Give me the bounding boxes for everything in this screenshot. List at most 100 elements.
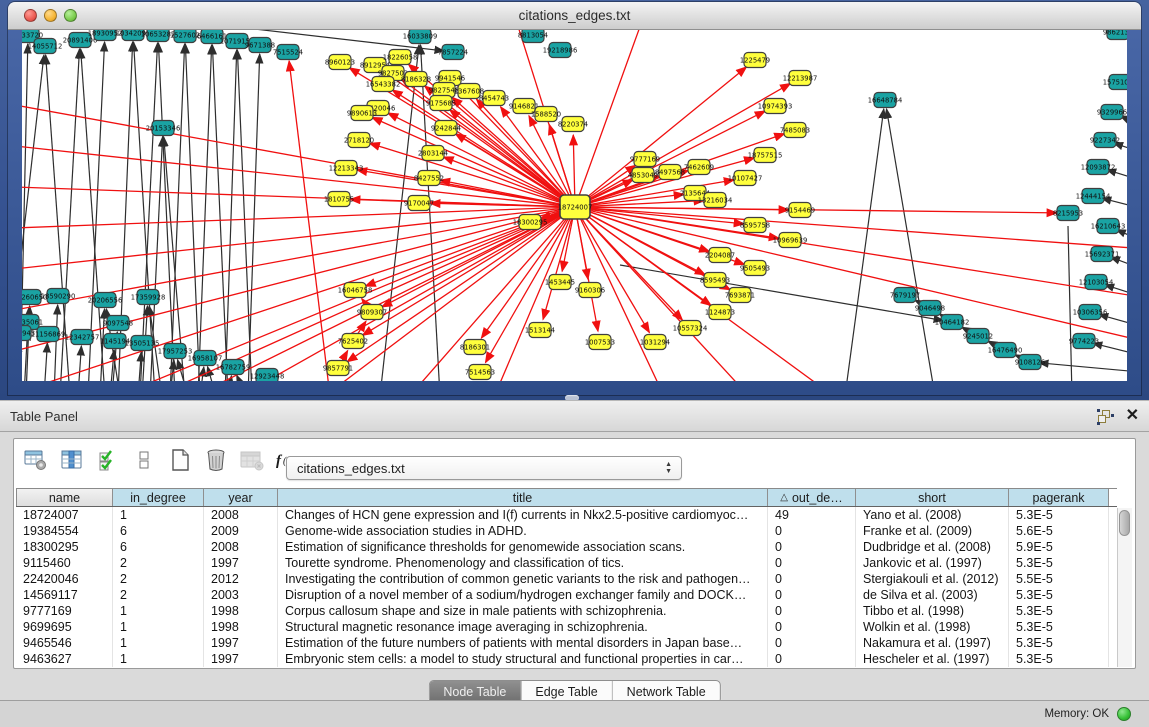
graph-node[interactable]: 8497568 xyxy=(655,165,685,180)
graph-node[interactable]: 19218986 xyxy=(543,43,578,58)
graph-node[interactable]: 7485083 xyxy=(780,123,810,138)
deselect-all-button[interactable] xyxy=(128,445,160,475)
graph-node[interactable]: 1513144 xyxy=(525,323,555,338)
graph-node[interactable]: 8186328 xyxy=(401,72,431,87)
graph-node[interactable]: 12213987 xyxy=(783,71,818,86)
graph-node[interactable]: 7515524 xyxy=(273,45,303,60)
memory-status-icon[interactable] xyxy=(1117,707,1131,721)
graph-node[interactable]: 10464182 xyxy=(935,315,970,330)
graph-node[interactable]: 12093872 xyxy=(1081,160,1116,175)
graph-node[interactable]: 1031294 xyxy=(640,335,670,350)
graph-node[interactable]: 9245012 xyxy=(963,329,993,344)
graph-node[interactable]: 9862134 xyxy=(1103,30,1127,40)
table-row[interactable]: 911546021997Tourette syndrome. Phenomeno… xyxy=(16,555,1117,571)
graph-node[interactable]: 8595758 xyxy=(740,218,770,233)
graph-node[interactable]: 8595493 xyxy=(700,273,730,288)
select-all-button[interactable] xyxy=(92,445,124,475)
column-header-year[interactable]: year xyxy=(204,489,278,506)
graph-node[interactable]: 2803144 xyxy=(418,146,448,161)
graph-node[interactable]: 9329966 xyxy=(1097,105,1127,120)
graph-node[interactable]: 9777169 xyxy=(630,152,660,167)
new-document-button[interactable] xyxy=(164,445,196,475)
graph-node[interactable]: 18724007 xyxy=(558,195,593,219)
graph-node[interactable]: 12923448 xyxy=(250,369,285,382)
graph-node[interactable]: 10306356 xyxy=(1073,305,1108,320)
graph-node[interactable]: 9170047 xyxy=(404,196,434,211)
column-header-pagerank[interactable]: pagerank xyxy=(1009,489,1109,506)
column-header-title[interactable]: title xyxy=(278,489,768,506)
table-row[interactable]: 1456911722003Disruption of a novel membe… xyxy=(16,587,1117,603)
table-row[interactable]: 2242004622012Investigating the contribut… xyxy=(16,571,1117,587)
graph-node[interactable]: 1225479 xyxy=(740,53,770,68)
graph-node[interactable]: 8960123 xyxy=(325,55,355,70)
graph-node[interactable]: 9097548 xyxy=(103,316,133,331)
graph-node[interactable]: 15751074 xyxy=(1103,75,1127,90)
graph-node[interactable]: 2204087 xyxy=(705,248,735,263)
network-window-titlebar[interactable]: citations_edges.txt xyxy=(8,2,1141,30)
table-row[interactable]: 1872400712008Changes of HCN gene express… xyxy=(16,507,1117,523)
graph-node[interactable]: 4853049 xyxy=(628,168,658,183)
float-panel-icon[interactable] xyxy=(1098,410,1113,424)
table-row[interactable]: 969969511998Structural magnetic resonanc… xyxy=(16,619,1117,635)
graph-node[interactable]: 17359928 xyxy=(131,290,166,305)
graph-node[interactable]: 1810755 xyxy=(324,192,354,207)
graph-node[interactable]: 7679197 xyxy=(890,288,920,303)
graph-node[interactable]: 9175685 xyxy=(426,96,456,111)
graph-node[interactable]: 9242844 xyxy=(431,121,461,136)
graph-node[interactable]: 7693871 xyxy=(725,288,755,303)
graph-node[interactable]: 9046498 xyxy=(915,301,945,316)
graph-node[interactable]: 7462609 xyxy=(684,160,714,175)
graph-node[interactable]: 8427552 xyxy=(414,171,444,186)
scrollbar-thumb[interactable] xyxy=(1119,510,1130,536)
graph-node[interactable]: 20153346 xyxy=(146,121,181,136)
graph-node[interactable]: 9154469 xyxy=(785,203,815,218)
graph-node[interactable]: 9890613 xyxy=(347,106,377,121)
citation-graph[interactable]: 1872400789601238912954182260589827503165… xyxy=(22,30,1127,381)
graph-node[interactable]: 1453445 xyxy=(545,275,575,290)
table-row[interactable]: 977716911998Corpus callosum shape and si… xyxy=(16,603,1117,619)
graph-node[interactable]: 12444154 xyxy=(1076,189,1111,204)
show-columns-button[interactable] xyxy=(56,445,88,475)
graph-node[interactable]: 9857791 xyxy=(323,361,353,376)
graph-node[interactable]: 10969639 xyxy=(773,233,808,248)
column-header-name[interactable]: name xyxy=(16,489,113,506)
graph-node[interactable]: 8215953 xyxy=(1053,206,1083,221)
table-scrollbar[interactable] xyxy=(1117,508,1132,667)
graph-node[interactable]: 1124873 xyxy=(705,305,735,320)
graph-node[interactable]: 1527602 xyxy=(170,30,200,43)
graph-node[interactable]: 1007533 xyxy=(585,335,615,350)
table-row[interactable]: 946554611997Estimation of the future num… xyxy=(16,635,1117,651)
network-view[interactable]: 1872400789601238912954182260589827503165… xyxy=(22,30,1127,381)
graph-node[interactable]: 12342757 xyxy=(65,330,100,345)
import-table-button-disabled[interactable] xyxy=(236,445,268,475)
graph-node[interactable]: 9108126 xyxy=(1015,355,1045,370)
network-table-dropdown[interactable]: citations_edges.txt ▲▼ xyxy=(286,456,682,480)
graph-node[interactable]: 7514563 xyxy=(465,365,495,380)
column-header-out_de[interactable]: △out_de… xyxy=(768,489,856,506)
graph-node[interactable]: 9774223 xyxy=(1069,334,1099,349)
graph-node[interactable]: 8813054 xyxy=(518,30,548,43)
graph-node[interactable]: 8220374 xyxy=(558,117,588,132)
graph-node[interactable]: 9227342 xyxy=(1090,133,1120,148)
graph-node[interactable]: 10107427 xyxy=(728,171,763,186)
table-row[interactable]: 946362711997Embryonic stem cells: a mode… xyxy=(16,651,1117,667)
graph-node[interactable]: 9671388 xyxy=(245,38,275,53)
delete-table-button[interactable] xyxy=(200,445,232,475)
graph-node[interactable]: 16033809 xyxy=(403,30,438,44)
column-header-short[interactable]: short xyxy=(856,489,1009,506)
graph-node[interactable]: 9160306 xyxy=(575,283,605,298)
graph-node[interactable]: 9505493 xyxy=(740,261,770,276)
table-row[interactable]: 1830029562008Estimation of significance … xyxy=(16,539,1117,555)
graph-node[interactable]: 7857224 xyxy=(438,45,468,60)
graph-node[interactable]: 15692371 xyxy=(1085,247,1120,262)
graph-node[interactable]: 8186301 xyxy=(460,340,490,355)
graph-node[interactable]: 2718120 xyxy=(344,133,374,148)
graph-node[interactable]: 10974393 xyxy=(758,99,793,114)
graph-node[interactable]: 16648784 xyxy=(868,93,903,108)
graph-node[interactable]: 1588520 xyxy=(531,107,561,122)
table-row[interactable]: 1938455462009Genome-wide association stu… xyxy=(16,523,1117,539)
column-header-in_degree[interactable]: in_degree xyxy=(113,489,204,506)
graph-node[interactable]: 18757515 xyxy=(748,148,783,163)
close-panel-icon[interactable]: ✕ xyxy=(1126,407,1139,425)
graph-node[interactable]: 7625402 xyxy=(338,334,368,349)
